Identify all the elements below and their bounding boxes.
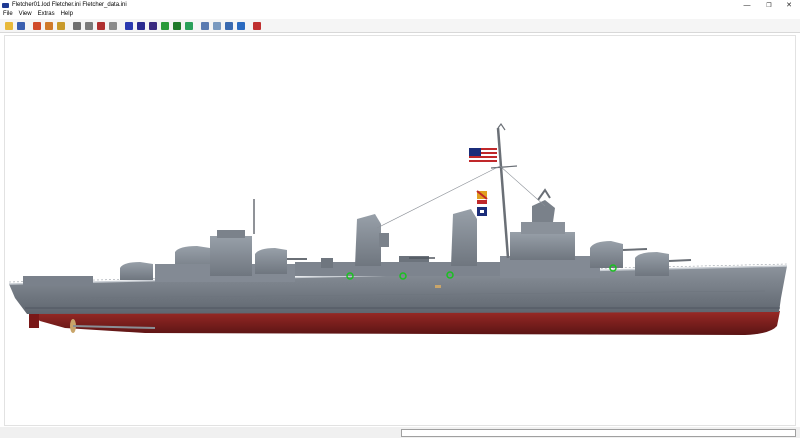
fore-funnel xyxy=(451,209,477,266)
box-icon xyxy=(237,21,245,30)
view-red-button[interactable] xyxy=(96,21,106,31)
restore-icon: ❐ xyxy=(766,2,772,9)
layer-1-button[interactable] xyxy=(200,21,210,31)
close-button[interactable]: ✕ xyxy=(778,0,800,10)
app-window: Fletcher01.lod Fletcher.ini Fletcher_dat… xyxy=(0,0,800,438)
minimize-icon: — xyxy=(743,1,751,9)
rotate-z-icon xyxy=(57,21,65,30)
ship-render xyxy=(8,122,788,335)
view-grey-3-icon xyxy=(109,21,117,30)
rudder xyxy=(29,314,39,328)
view-blue-3-button[interactable] xyxy=(148,21,158,31)
gun-mount-aft-1 xyxy=(120,262,153,280)
title-bar: Fletcher01.lod Fletcher.ini Fletcher_dat… xyxy=(0,0,800,10)
save-button[interactable] xyxy=(16,21,26,31)
view-grey-1-icon xyxy=(73,21,81,30)
app-icon xyxy=(2,2,9,8)
view-green-2-icon xyxy=(173,21,181,30)
gun-mount-fwd-2 xyxy=(635,252,669,276)
view-grey-2-button[interactable] xyxy=(84,21,94,31)
view-blue-1-icon xyxy=(125,21,133,30)
view-green-3-icon xyxy=(185,21,193,30)
view-green-1-icon xyxy=(161,21,169,30)
menu-extras[interactable]: Extras xyxy=(35,10,58,19)
aft-funnel xyxy=(355,214,381,266)
signal-flags xyxy=(476,190,488,216)
view-green-1-button[interactable] xyxy=(160,21,170,31)
rotate-y-icon xyxy=(45,21,53,30)
fire-control-director xyxy=(532,200,555,222)
menu-help[interactable]: Help xyxy=(58,10,76,19)
save-icon xyxy=(17,21,25,30)
axis-icon xyxy=(225,21,233,30)
gun-mount-aft-3 xyxy=(255,248,287,274)
toolbar xyxy=(0,19,800,33)
view-green-2-button[interactable] xyxy=(172,21,182,31)
rotate-y-button[interactable] xyxy=(44,21,54,31)
menu-file[interactable]: File xyxy=(0,10,16,19)
box-button[interactable] xyxy=(236,21,246,31)
maximize-button[interactable]: ❐ xyxy=(758,0,780,10)
rotate-x-button[interactable] xyxy=(32,21,42,31)
tools-icon xyxy=(253,21,261,30)
menu-bar: File View Extras Help xyxy=(0,10,800,19)
us-flag xyxy=(469,148,497,162)
rotate-z-button[interactable] xyxy=(56,21,66,31)
layer-2-icon xyxy=(213,21,221,30)
status-bar xyxy=(0,427,800,438)
status-field xyxy=(401,429,796,437)
layer-1-icon xyxy=(201,21,209,30)
tools-button[interactable] xyxy=(252,21,262,31)
view-blue-3-icon xyxy=(149,21,157,30)
view-grey-1-button[interactable] xyxy=(72,21,82,31)
axis-button[interactable] xyxy=(224,21,234,31)
minimize-button[interactable]: — xyxy=(736,0,758,10)
close-icon: ✕ xyxy=(786,2,792,9)
open-folder-button[interactable] xyxy=(4,21,14,31)
model-viewport[interactable] xyxy=(4,35,796,426)
view-green-3-button[interactable] xyxy=(184,21,194,31)
view-grey-2-icon xyxy=(85,21,93,30)
bridge xyxy=(510,232,575,260)
window-title: Fletcher01.lod Fletcher.ini Fletcher_dat… xyxy=(12,2,127,8)
menu-view[interactable]: View xyxy=(16,10,35,19)
gun-mount-fwd-1 xyxy=(590,241,623,268)
hull-bottom xyxy=(27,311,780,335)
main-mast xyxy=(496,127,510,259)
aft-director xyxy=(210,236,252,276)
rotate-x-icon xyxy=(33,21,41,30)
layer-2-button[interactable] xyxy=(212,21,222,31)
view-blue-2-icon xyxy=(137,21,145,30)
view-blue-2-button[interactable] xyxy=(136,21,146,31)
view-blue-1-button[interactable] xyxy=(124,21,134,31)
open-folder-icon xyxy=(5,21,13,30)
view-red-icon xyxy=(97,21,105,30)
view-grey-3-button[interactable] xyxy=(108,21,118,31)
